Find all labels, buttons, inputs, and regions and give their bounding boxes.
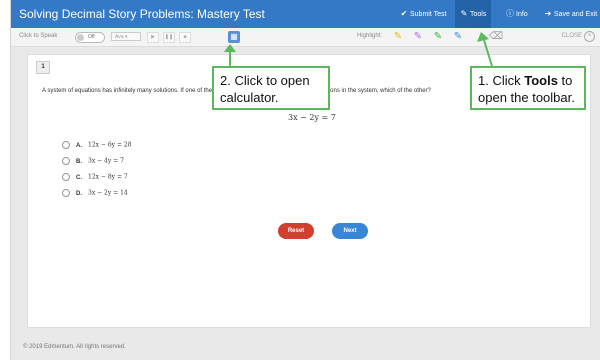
tools-callout: 1. Click Tools to open the toolbar. [470,66,586,110]
calculator-arrowhead [224,44,236,52]
tools-arrowhead [477,32,489,42]
callout-arrows [224,32,493,67]
calculator-callout: 2. Click to open calculator. [212,66,330,110]
tools-arrow [483,39,493,67]
